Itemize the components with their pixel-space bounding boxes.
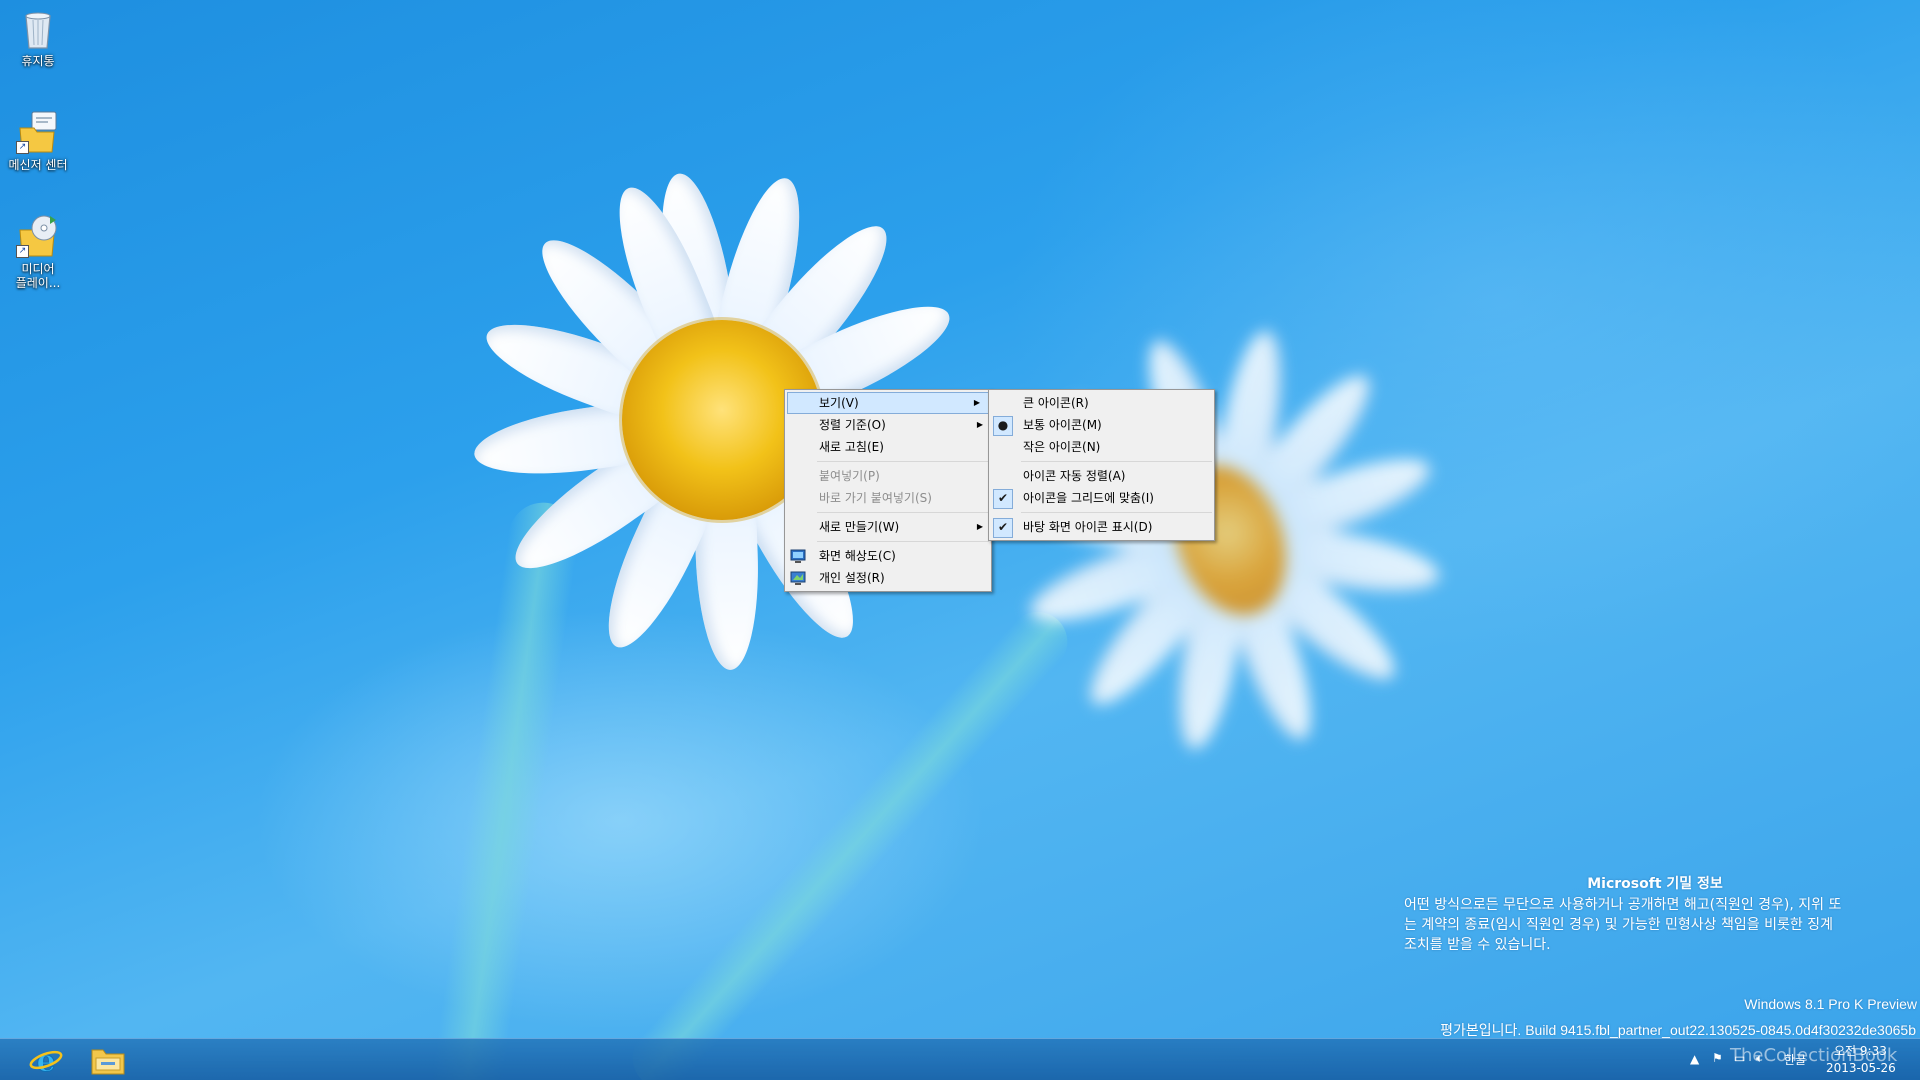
menu-item-view[interactable]: 보기(V) ▶ — [787, 392, 989, 414]
menu-item-paste-shortcut[interactable]: 바로 가기 붙여넣기(S) — [785, 487, 991, 509]
menu-item-label: 새로 만들기(W) — [819, 520, 900, 534]
folder-icon — [91, 1045, 125, 1079]
menu-item-refresh[interactable]: 새로 고침(E) — [785, 436, 991, 458]
submenu-item-show-desktop-icons[interactable]: ✔ 바탕 화면 아이콘 표시(D) — [989, 516, 1214, 538]
taskbar-button-file-explorer[interactable] — [78, 1041, 138, 1079]
menu-item-personalize[interactable]: 개인 설정(R) — [785, 567, 991, 589]
desktop-icon-media-player[interactable]: ↗ 미디어 플레이... — [0, 214, 76, 290]
radio-bullet-icon: ● — [993, 416, 1013, 436]
menu-item-label: 바탕 화면 아이콘 표시(D) — [1023, 520, 1153, 534]
menu-item-paste[interactable]: 붙여넣기(P) — [785, 465, 991, 487]
confidential-body-line-2: 는 계약의 종료(임시 직원인 경우) 및 가능한 민형사상 책임을 비롯한 징… — [1404, 917, 1833, 933]
screen-resolution-icon — [790, 548, 806, 564]
menu-item-sort-by[interactable]: 정렬 기준(O) ▶ — [785, 414, 991, 436]
menu-item-label: 보기(V) — [819, 396, 859, 410]
menu-separator — [817, 461, 989, 462]
svg-text:e: e — [36, 1044, 55, 1076]
desktop-context-menu: 보기(V) ▶ 정렬 기준(O) ▶ 새로 고침(E) 붙여넣기(P) 바로 가… — [784, 389, 992, 592]
recycle-bin-icon — [18, 6, 58, 50]
menu-item-label: 큰 아이콘(R) — [1023, 396, 1089, 410]
menu-item-label: 화면 해상도(C) — [819, 549, 896, 563]
submenu-arrow-icon: ▶ — [976, 522, 983, 531]
confidential-body-line-3: 조치를 받을 수 있습니다. — [1404, 937, 1551, 953]
shortcut-arrow-icon: ↗ — [16, 141, 29, 154]
desktop-icon-label: 휴지통 — [21, 54, 55, 68]
menu-item-new[interactable]: 새로 만들기(W) ▶ — [785, 516, 991, 538]
media-player-icon: ↗ — [16, 214, 58, 258]
menu-item-label: 보통 아이콘(M) — [1023, 418, 1102, 432]
submenu-item-auto-arrange[interactable]: 아이콘 자동 정렬(A) — [989, 465, 1214, 487]
shortcut-arrow-icon: ↗ — [16, 245, 29, 258]
taskbar-button-internet-explorer[interactable]: e — [16, 1041, 76, 1080]
flag-icon[interactable]: ⚑ — [1712, 1051, 1723, 1065]
taskbar: e ▲ ⚑ ▭ 🔈︎ 한글 TheCollectionBook 오전 9:33 … — [0, 1038, 1920, 1080]
confidential-title: Microsoft 기밀 정보 — [1587, 876, 1723, 892]
menu-item-label: 바로 가기 붙여넣기(S) — [819, 491, 932, 505]
view-submenu: 큰 아이콘(R) ● 보통 아이콘(M) 작은 아이콘(N) 아이콘 자동 정렬… — [988, 389, 1215, 541]
menu-item-label: 새로 고침(E) — [819, 440, 884, 454]
menu-separator — [1021, 461, 1212, 462]
windows-edition: Windows 8.1 Pro K Preview — [1744, 996, 1917, 1012]
wallpaper-stem — [427, 498, 583, 1080]
checkmark-icon: ✔ — [993, 518, 1013, 538]
submenu-arrow-icon: ▶ — [976, 420, 983, 429]
menu-item-label: 작은 아이콘(N) — [1023, 440, 1101, 454]
menu-item-label: 아이콘 자동 정렬(A) — [1023, 469, 1126, 483]
submenu-arrow-icon: ▶ — [973, 398, 980, 407]
menu-separator — [817, 512, 989, 513]
checkmark-icon: ✔ — [993, 489, 1013, 509]
menu-item-label: 붙여넣기(P) — [819, 469, 880, 483]
submenu-item-medium-icons[interactable]: ● 보통 아이콘(M) — [989, 414, 1214, 436]
internet-explorer-icon: e — [29, 1044, 63, 1080]
desktop-icon-recycle-bin[interactable]: 휴지통 — [0, 6, 76, 68]
desktop-icon-messenger-center[interactable]: ↗ 메신저 센터 — [0, 110, 76, 172]
tray-overflow-icon[interactable]: ▲ — [1690, 1052, 1699, 1066]
menu-item-screen-resolution[interactable]: 화면 해상도(C) — [785, 545, 991, 567]
wallpaper-stem-2 — [620, 599, 1080, 1080]
menu-separator — [817, 541, 989, 542]
clock-date[interactable]: 2013-05-26 — [1826, 1061, 1896, 1075]
menu-item-label: 개인 설정(R) — [819, 571, 885, 585]
menu-separator — [1021, 512, 1212, 513]
desktop-icon-label: 미디어 플레이... — [15, 262, 61, 290]
personalize-icon — [790, 570, 806, 586]
submenu-item-small-icons[interactable]: 작은 아이콘(N) — [989, 436, 1214, 458]
clock-time[interactable]: 오전 9:33 — [1834, 1042, 1887, 1059]
build-info: 평가본입니다. Build 9415.fbl_partner_out22.130… — [1440, 1022, 1916, 1038]
desktop-icon-label: 메신저 센터 — [8, 158, 68, 172]
submenu-item-large-icons[interactable]: 큰 아이콘(R) — [989, 392, 1214, 414]
menu-item-label: 아이콘을 그리드에 맞춤(I) — [1023, 491, 1154, 505]
desktop-background[interactable]: 휴지통 ↗ 메신저 센터 ↗ 미디어 플레이... 보기(V) ▶ 정렬 기준(… — [0, 0, 1920, 1080]
messenger-center-icon: ↗ — [16, 110, 58, 154]
confidential-body-line-1: 어떤 방식으로든 무단으로 사용하거나 공개하면 해고(직원인 경우), 지위 … — [1404, 897, 1842, 913]
submenu-item-align-to-grid[interactable]: ✔ 아이콘을 그리드에 맞춤(I) — [989, 487, 1214, 509]
menu-item-label: 정렬 기준(O) — [819, 418, 886, 432]
